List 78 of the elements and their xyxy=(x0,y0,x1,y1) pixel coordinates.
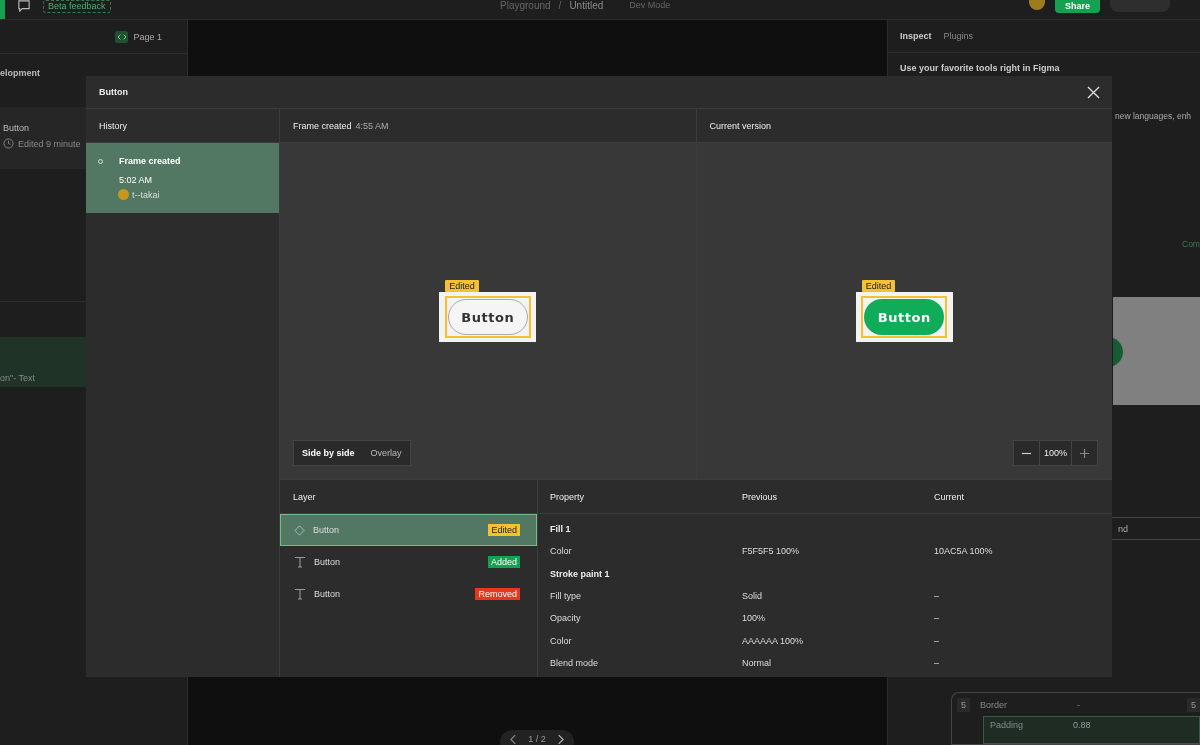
promo-title: Use your favorite tools right in Figma xyxy=(899,62,1061,74)
version-label: Frame created xyxy=(293,120,352,131)
current-value: 10AC5A 100% xyxy=(934,546,994,557)
count-label: 5 xyxy=(957,698,970,712)
beta-feedback-badge[interactable]: Beta feedback xyxy=(43,0,111,13)
column-header: Current xyxy=(934,491,965,502)
comment-icon[interactable] xyxy=(17,0,31,12)
history-entry[interactable]: Frame created 5:02 AM t--takai xyxy=(86,143,279,213)
entry-time: 5:02 AM xyxy=(119,175,154,185)
entry-title: Frame created xyxy=(119,156,181,166)
panel-tab[interactable]: Plugins xyxy=(943,31,974,42)
current-value: – xyxy=(934,635,940,646)
edited-tag: Edited xyxy=(445,280,479,292)
item-meta: Edited 9 minute xyxy=(18,138,81,149)
pagination[interactable]: 1 / 2 xyxy=(500,730,574,745)
layer-row[interactable]: Button Removed xyxy=(280,578,537,610)
view-mode-option[interactable]: Overlay xyxy=(370,448,402,458)
status-tag: Added xyxy=(487,556,520,568)
property-group: Stroke paint 1 xyxy=(550,568,610,579)
column-header: Previous xyxy=(742,491,778,502)
edited-tag: Edited xyxy=(861,280,896,292)
previous-value: AAAAAA 100% xyxy=(742,635,805,646)
previous-value: Solid xyxy=(742,591,763,602)
promo-text: new languages, enh xyxy=(1115,111,1192,122)
file-name[interactable]: Untitled xyxy=(569,0,604,11)
border-value: - xyxy=(1077,700,1081,710)
breadcrumb-separator: / xyxy=(558,0,562,11)
text-icon xyxy=(294,588,306,600)
dialog-title: Button xyxy=(99,87,128,97)
previous-value: 100% xyxy=(742,613,767,624)
property-name: Blend mode xyxy=(550,657,600,668)
layer-name: Button xyxy=(313,525,341,535)
current-value: – xyxy=(934,657,940,668)
property-name: Color xyxy=(550,635,573,646)
current-value: – xyxy=(934,591,940,602)
text-icon xyxy=(294,556,306,568)
version-time: 4:55 AM xyxy=(355,120,389,131)
padding-label: Padding xyxy=(990,720,1024,732)
property-group: Fill 1 xyxy=(550,524,571,535)
layer-text: on"- Text xyxy=(0,373,36,383)
previous-value: Normal xyxy=(742,657,772,668)
history-icon xyxy=(3,138,14,149)
count-label: 5 xyxy=(1187,698,1200,712)
mode-label: Dev Mode xyxy=(629,0,671,11)
code-icon xyxy=(115,30,129,43)
next-icon[interactable] xyxy=(557,734,564,745)
current-value: – xyxy=(934,613,940,624)
padding-value: 0.88 xyxy=(1073,720,1091,732)
property-name: Color xyxy=(550,546,573,557)
previous-icon[interactable] xyxy=(510,734,517,745)
layer-row[interactable]: Button Edited xyxy=(280,514,537,546)
border-label: Border xyxy=(980,700,1008,710)
panel-tab[interactable]: Inspect xyxy=(900,31,932,42)
button-preview: Button xyxy=(864,299,945,335)
section-title: elopment xyxy=(0,68,40,79)
property-name: Fill type xyxy=(550,591,582,602)
close-icon[interactable] xyxy=(1087,85,1100,99)
zoom-in-icon[interactable] xyxy=(1079,447,1090,459)
avatar-icon xyxy=(118,189,129,200)
layer-row[interactable]: Button Added xyxy=(280,546,537,578)
column-header: Property xyxy=(550,491,585,502)
status-tag: Edited xyxy=(488,524,520,536)
sidebar-indicator xyxy=(0,0,5,19)
view-mode-option[interactable]: Side by side xyxy=(302,448,355,458)
user-name: t--takai xyxy=(132,189,160,200)
layer-name: Button xyxy=(314,589,342,599)
layer-name: Button xyxy=(314,557,342,567)
previous-value: F5F5F5 100% xyxy=(742,546,801,557)
page-selector[interactable]: Page 1 xyxy=(133,31,162,42)
component-icon xyxy=(294,524,305,536)
status-tag: Removed xyxy=(475,588,520,600)
property-name: Opacity xyxy=(550,613,582,624)
version-label: Current version xyxy=(709,120,772,131)
button-preview: Button xyxy=(447,299,528,335)
item-title: Button xyxy=(3,123,30,133)
avatar-icon[interactable] xyxy=(1029,0,1045,10)
page-count: 1 / 2 xyxy=(528,734,546,744)
zoom-value[interactable]: 100% xyxy=(1039,441,1072,465)
